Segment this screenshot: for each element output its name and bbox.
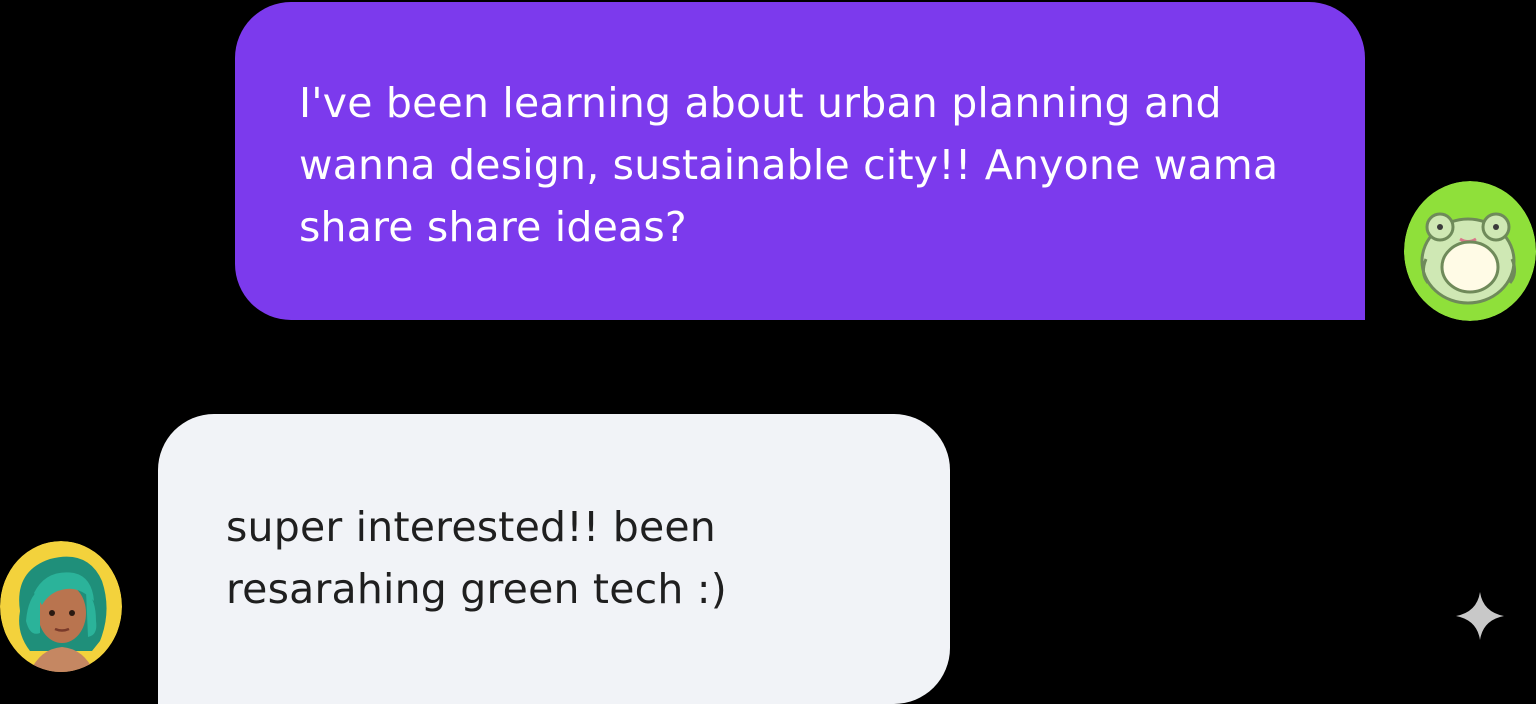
frog-avatar-icon[interactable]	[1404, 181, 1536, 321]
outgoing-message-bubble[interactable]: I've been learning about urban planning …	[235, 2, 1365, 320]
incoming-message-text: super interested!! been resarahing green…	[226, 503, 727, 613]
woman-avatar-icon[interactable]	[0, 541, 122, 672]
incoming-message-bubble[interactable]: super interested!! been resarahing green…	[158, 414, 950, 704]
outgoing-message-text: I've been learning about urban planning …	[299, 79, 1279, 251]
sparkle-icon	[1454, 590, 1506, 642]
